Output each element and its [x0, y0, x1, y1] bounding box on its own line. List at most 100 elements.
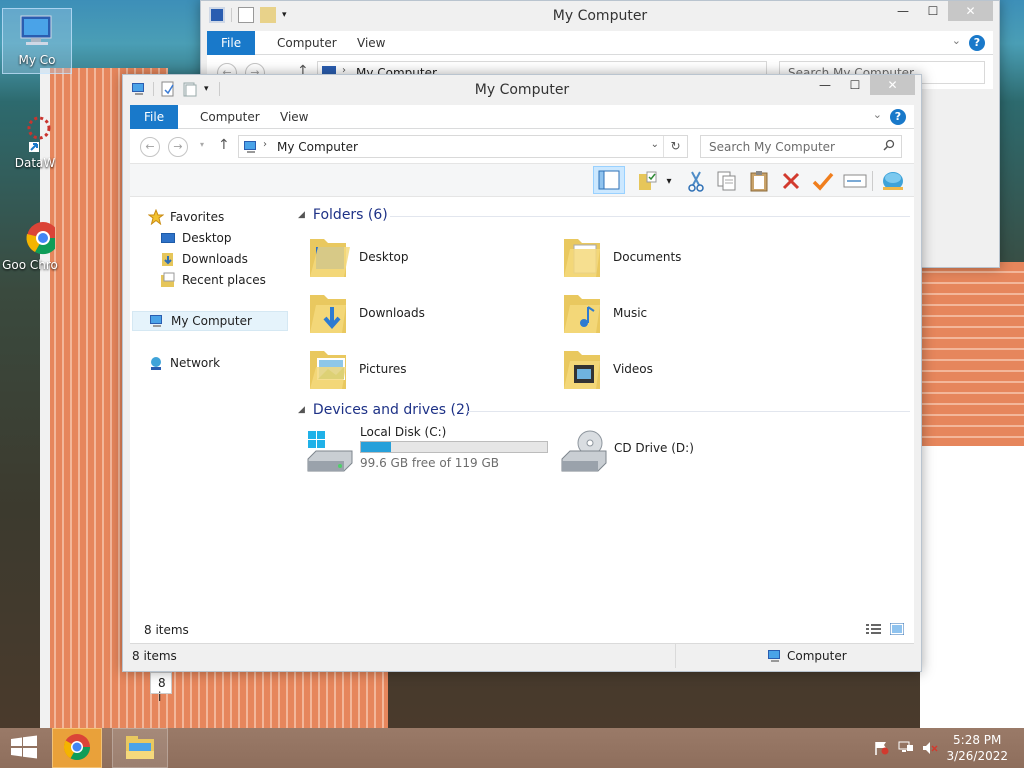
drive-c[interactable]: Local Disk (C:) 99.6 GB free of 119 GB — [306, 425, 556, 477]
cut-icon[interactable] — [683, 168, 709, 194]
folder-documents[interactable]: Documents — [560, 231, 800, 283]
nav-my-computer[interactable]: My Computer — [132, 311, 288, 331]
folder-pictures[interactable]: Pictures — [306, 343, 546, 395]
nav-label: Recent places — [182, 273, 266, 287]
new-folder-icon[interactable] — [635, 168, 661, 194]
tab-file[interactable]: File — [130, 105, 179, 129]
tab-view[interactable]: View — [266, 105, 322, 129]
nav-label: Network — [170, 356, 221, 370]
system-clock[interactable]: 5:28 PM 3/26/2022 — [946, 732, 1008, 764]
delete-icon[interactable] — [778, 168, 804, 194]
star-icon — [147, 208, 165, 226]
downloads-folder-icon — [306, 289, 354, 337]
windows-logo-icon — [10, 735, 38, 762]
group-title: Devices and drives (2) — [312, 402, 471, 418]
volume-muted-icon[interactable] — [922, 741, 938, 755]
tab-file[interactable]: File — [207, 31, 256, 55]
desktop-icon-label: My Co — [18, 53, 56, 67]
dropdown-arrow-icon[interactable]: ▾ — [662, 168, 676, 194]
app-icon — [15, 114, 55, 154]
copy-icon[interactable] — [714, 168, 740, 194]
status-bar: 8 items Computer — [130, 643, 914, 668]
details-view-icon[interactable] — [866, 623, 882, 638]
videos-folder-icon — [560, 345, 608, 393]
computer-icon — [17, 11, 57, 51]
maximize-button[interactable]: ☐ — [918, 1, 948, 21]
help-icon[interactable]: ? — [969, 35, 985, 51]
close-button[interactable]: ✕ — [948, 1, 993, 21]
pictures-folder-icon — [306, 345, 354, 393]
back-window-status-fragment: 8 i — [150, 672, 172, 704]
titlebar[interactable]: ▾ My Computer — ☐ ✕ — [123, 75, 921, 105]
computer-icon — [243, 139, 259, 158]
taskbar-file-explorer[interactable] — [112, 728, 168, 768]
address-bar[interactable]: › My Computer ⌄ ↻ — [238, 135, 688, 158]
taskbar-chrome[interactable] — [52, 728, 102, 768]
tab-computer[interactable]: Computer — [186, 105, 274, 129]
desktop-icon-my-computer[interactable]: My Co — [2, 8, 72, 74]
help-icon[interactable]: ? — [890, 109, 906, 125]
refresh-icon[interactable]: ↻ — [663, 136, 687, 157]
folder-music[interactable]: Music — [560, 287, 800, 339]
chevron-down-icon[interactable]: ⌄ — [873, 108, 882, 121]
ribbon-tabs: File Computer View ⌄ ? — [130, 105, 914, 129]
search-placeholder: Search My Computer — [709, 140, 835, 154]
search-icon[interactable] — [883, 139, 895, 151]
layout-pane-icon[interactable] — [593, 166, 625, 194]
content-pane: ◢ Folders (6) Desktop Documents Download… — [144, 197, 910, 643]
drive-d[interactable]: CD Drive (D:) — [560, 425, 810, 477]
folder-videos[interactable]: Videos — [560, 343, 800, 395]
action-center-flag-icon[interactable] — [874, 741, 890, 755]
tab-computer[interactable]: Computer — [263, 31, 351, 55]
desktop-icon-dataw[interactable]: DataW — [0, 114, 70, 178]
chevron-right-icon[interactable]: › — [263, 139, 267, 150]
close-button[interactable]: ✕ — [870, 75, 915, 95]
network-globe-icon[interactable] — [880, 168, 906, 194]
desktop-icon-chrome[interactable]: Goo Chro — [0, 216, 70, 296]
collapse-icon[interactable]: ◢ — [298, 210, 305, 220]
folder-downloads[interactable]: Downloads — [306, 287, 546, 339]
search-input[interactable]: Search My Computer — [700, 135, 902, 158]
folder-desktop[interactable]: Desktop — [306, 231, 546, 283]
large-icons-view-icon[interactable] — [889, 622, 905, 638]
chevron-down-icon[interactable]: ⌄ — [952, 34, 961, 47]
back-titlebar[interactable]: ▾ My Computer — ☐ ✕ — [201, 1, 999, 31]
nav-label: My Computer — [171, 314, 252, 328]
address-dropdown-icon[interactable]: ⌄ — [651, 139, 659, 150]
chrome-icon — [63, 733, 91, 764]
cd-drive-icon — [560, 429, 608, 476]
chrome-icon — [15, 216, 60, 256]
maximize-button[interactable]: ☐ — [840, 75, 870, 95]
nav-recent-places[interactable]: Recent places — [160, 270, 266, 290]
nav-desktop[interactable]: Desktop — [160, 228, 232, 248]
computer-icon — [767, 648, 783, 667]
explorer-window[interactable]: ▾ My Computer — ☐ ✕ File Computer View ⌄… — [122, 74, 922, 672]
navigation-pane: Favorites Desktop Downloads Recent place… — [130, 197, 290, 643]
forward-button[interactable]: → — [168, 137, 188, 157]
minimize-button[interactable]: — — [810, 75, 840, 95]
network-status-icon[interactable] — [898, 741, 914, 755]
drive-usage-fill — [361, 442, 392, 452]
collapse-icon[interactable]: ◢ — [298, 405, 305, 415]
tab-view[interactable]: View — [343, 31, 399, 55]
start-button[interactable] — [0, 728, 48, 768]
paste-icon[interactable] — [746, 168, 772, 194]
folder-label: Music — [613, 306, 648, 320]
chevron-down-icon[interactable]: ▾ — [200, 140, 204, 149]
drive-usage-bar — [360, 441, 548, 453]
drives-group-header[interactable]: ◢ Devices and drives (2) — [298, 402, 470, 418]
properties-check-icon[interactable] — [810, 168, 836, 194]
nav-label: Favorites — [170, 210, 225, 224]
back-button[interactable]: ← — [140, 137, 160, 157]
back-ribbon-tabs: File Computer View ⌄ ? — [207, 31, 993, 55]
nav-network[interactable]: Network — [148, 353, 220, 373]
up-button[interactable]: ↑ — [218, 137, 230, 153]
nav-label: Desktop — [182, 231, 232, 245]
documents-folder-icon — [560, 233, 608, 281]
nav-downloads[interactable]: Downloads — [160, 249, 248, 269]
nav-favorites[interactable]: Favorites — [147, 207, 225, 227]
rename-icon[interactable] — [842, 168, 868, 194]
hard-drive-icon — [306, 429, 354, 476]
minimize-button[interactable]: — — [888, 1, 918, 21]
folders-group-header[interactable]: ◢ Folders (6) — [298, 207, 388, 223]
